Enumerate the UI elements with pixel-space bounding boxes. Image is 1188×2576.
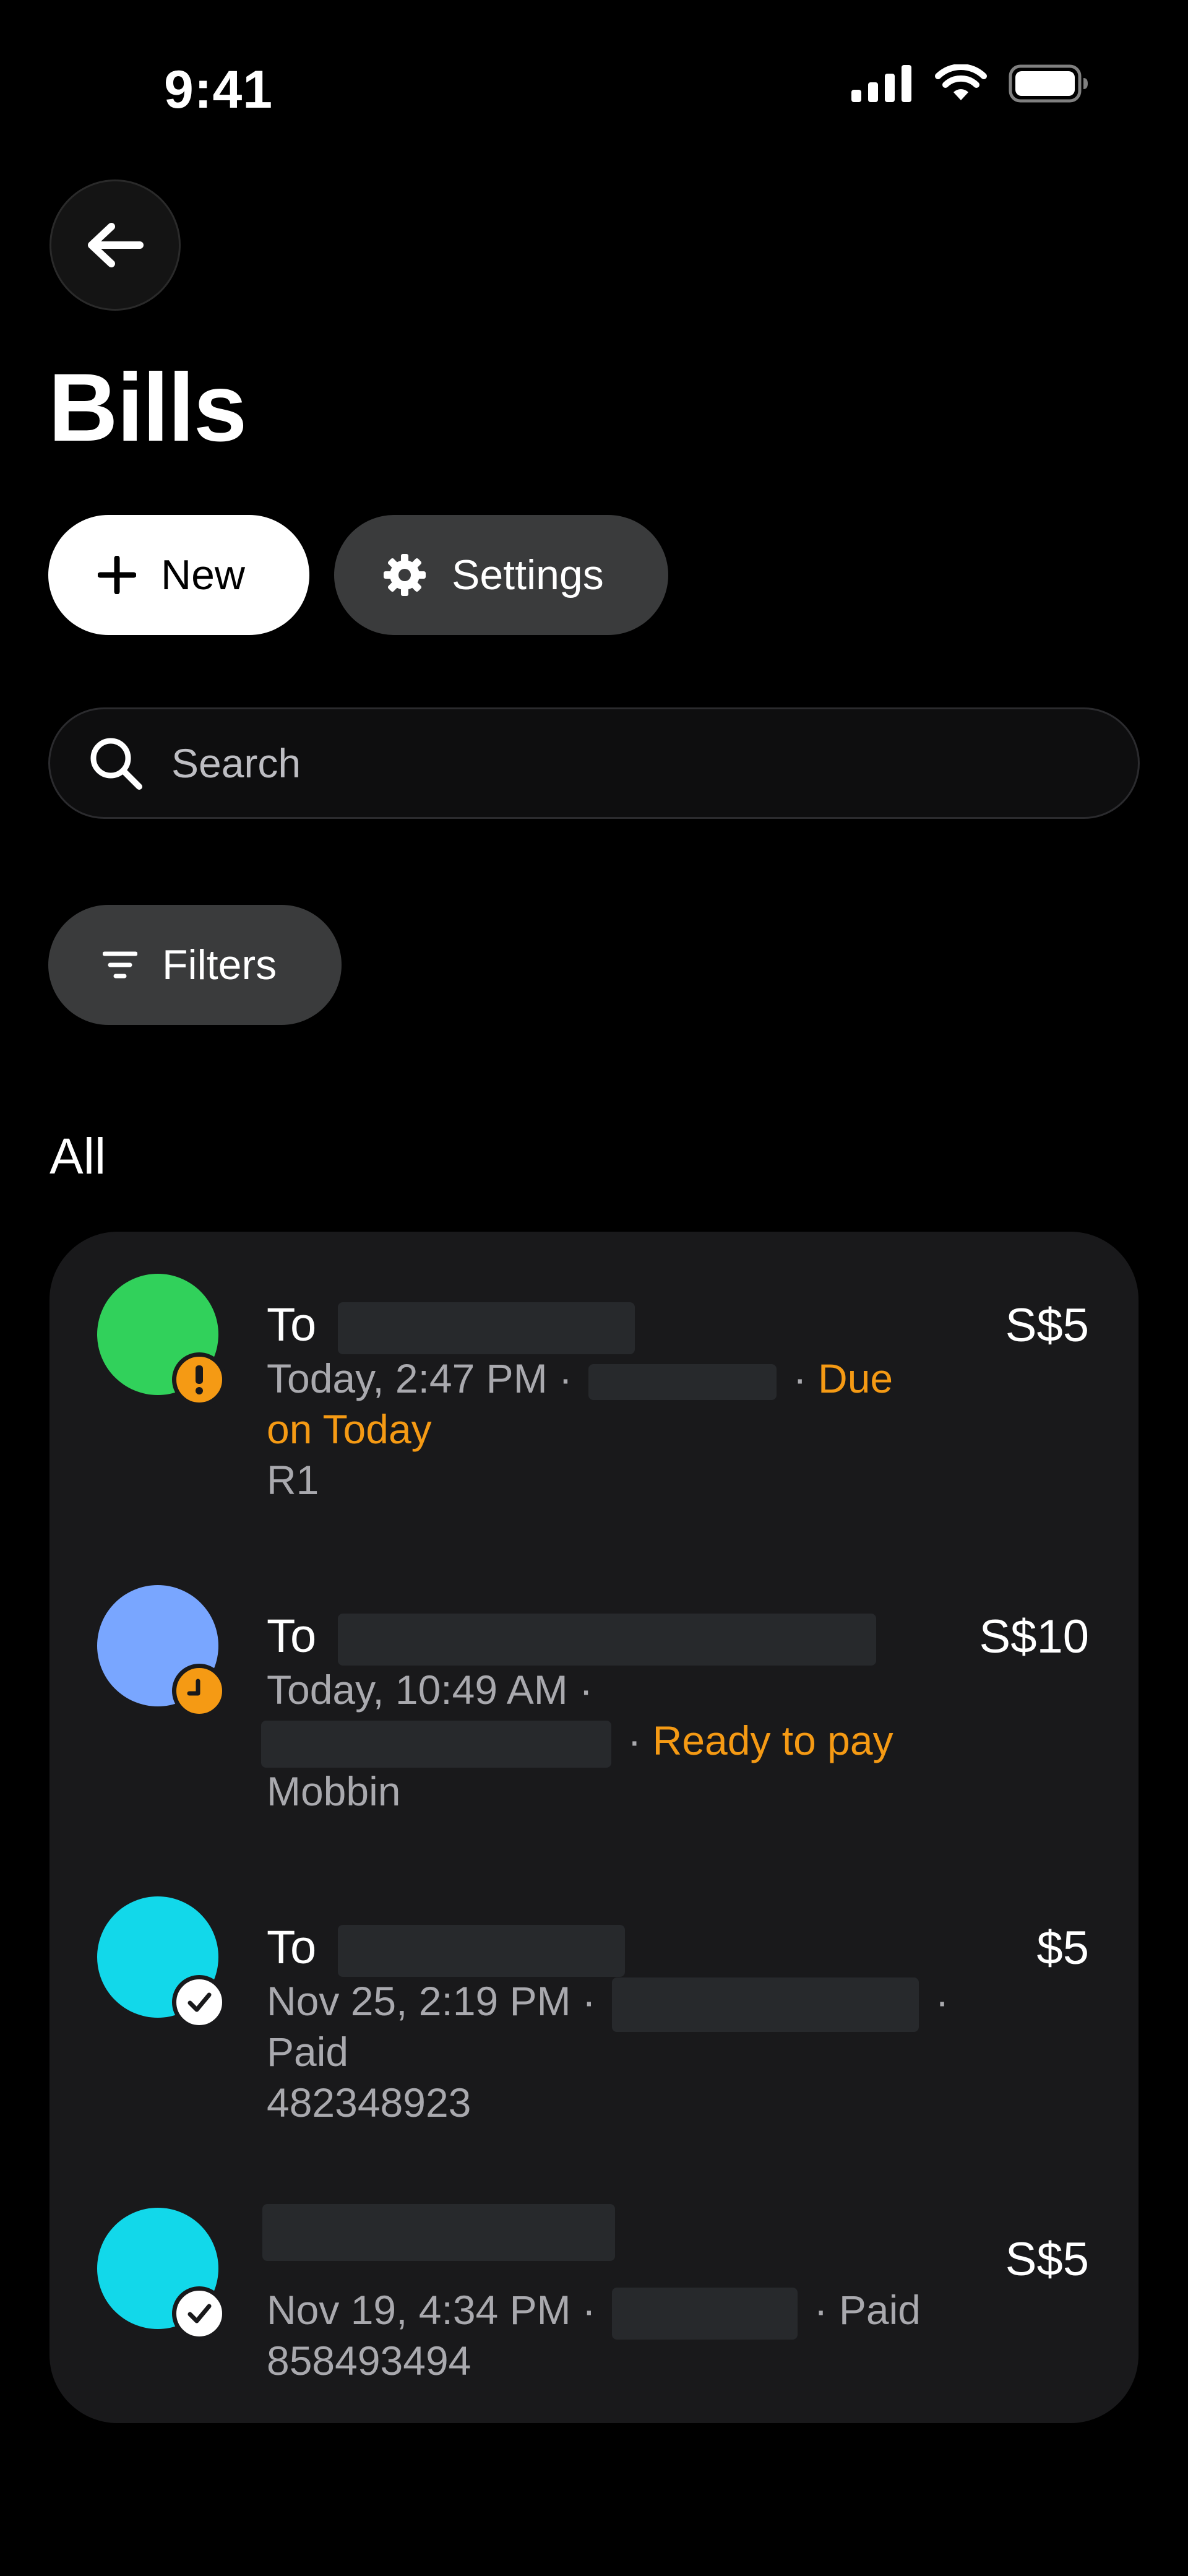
gear-icon xyxy=(384,554,426,596)
bill-status: Ready to pay xyxy=(652,1718,893,1763)
bill-status: Due xyxy=(818,1355,893,1401)
filters-button[interactable]: Filters xyxy=(48,905,342,1025)
bill-datetime: Nov 25, 2:19 PM · xyxy=(267,1978,596,2024)
meta-separator: · xyxy=(793,1355,807,1401)
bill-datetime: Today, 2:47 PM · xyxy=(267,1355,573,1401)
status-icons xyxy=(851,64,1089,103)
section-title: All xyxy=(50,1128,106,1185)
bills-list: To Today, 2:47 PM · · Due on Today R1 S$… xyxy=(50,1232,1138,2423)
recipient-prefix: To xyxy=(267,1299,317,1351)
search-input[interactable]: Search xyxy=(48,707,1140,819)
arrow-left-icon xyxy=(88,223,144,267)
bill-amount: S$5 xyxy=(1005,2233,1089,2286)
bill-row[interactable]: To Today, 2:47 PM · · Due on Today R1 S$… xyxy=(50,1269,1138,1516)
battery-icon xyxy=(1009,64,1088,103)
bill-recipient: To xyxy=(267,1610,877,1666)
redacted-text xyxy=(612,2287,798,2340)
check-icon xyxy=(172,2286,226,2341)
bill-row[interactable]: To Nov 25, 2:19 PM · · Paid 482348923 $5 xyxy=(50,1891,1138,2139)
filter-icon xyxy=(103,951,137,979)
new-button-label: New xyxy=(161,551,246,599)
bill-amount: S$5 xyxy=(1005,1299,1089,1352)
bill-datetime: Today, 10:49 AM · xyxy=(267,1667,593,1713)
redacted-name xyxy=(338,1302,635,1354)
bill-reference: 858493494 xyxy=(267,2338,471,2384)
signal-icon xyxy=(851,65,911,102)
wifi-icon xyxy=(935,64,987,100)
redacted-text xyxy=(588,1364,777,1400)
bill-recipient: To xyxy=(267,1921,626,1977)
redacted-text xyxy=(261,1720,611,1768)
plus-icon xyxy=(98,556,136,594)
bill-meta: · Ready to pay xyxy=(261,1715,893,1768)
bill-amount: $5 xyxy=(1036,1922,1089,1974)
redacted-text xyxy=(612,1977,919,2032)
recipient-prefix: To xyxy=(267,1610,317,1662)
new-bill-button[interactable]: New xyxy=(48,515,309,635)
bill-recipient xyxy=(262,2203,615,2261)
filters-button-label: Filters xyxy=(162,941,277,988)
redacted-name xyxy=(338,1924,626,1977)
meta-separator: · xyxy=(935,1978,949,2024)
bill-reference: Mobbin xyxy=(267,1768,401,1814)
clock-icon xyxy=(172,1664,226,1718)
page-title: Bills xyxy=(48,354,247,462)
bill-status: Paid xyxy=(267,2029,349,2075)
settings-button[interactable]: Settings xyxy=(334,515,668,635)
back-button[interactable] xyxy=(50,179,181,311)
recipient-prefix: To xyxy=(267,1921,317,1974)
bill-meta: Nov 19, 4:34 PM · · Paid xyxy=(267,2284,921,2340)
bill-status: · Paid xyxy=(814,2287,921,2333)
status-time: 9:41 xyxy=(164,60,273,119)
bill-row[interactable]: Nov 19, 4:34 PM · · Paid 858493494 S$5 xyxy=(50,2203,1138,2407)
check-icon xyxy=(172,1975,226,2029)
redacted-name xyxy=(262,2203,615,2261)
status-bar: 9:41 xyxy=(0,0,1188,155)
exclamation-icon xyxy=(172,1352,226,1407)
bill-recipient: To xyxy=(267,1300,635,1354)
bill-meta: Today, 2:47 PM · · Due xyxy=(267,1353,893,1404)
bill-reference: 482348923 xyxy=(267,2080,471,2125)
bill-meta: Nov 25, 2:19 PM · · xyxy=(267,1976,949,2032)
settings-button-label: Settings xyxy=(452,551,604,599)
bill-reference: R1 xyxy=(267,1457,319,1503)
bill-row[interactable]: To Today, 10:49 AM · · Ready to pay Mobb… xyxy=(50,1580,1138,1828)
search-icon xyxy=(90,738,142,790)
meta-separator: · xyxy=(627,1718,642,1763)
bill-amount: S$10 xyxy=(979,1610,1090,1663)
bill-status-continued: on Today xyxy=(267,1406,432,1452)
redacted-name xyxy=(338,1613,877,1666)
search-placeholder: Search xyxy=(171,740,301,786)
bill-datetime: Nov 19, 4:34 PM · xyxy=(267,2287,596,2333)
